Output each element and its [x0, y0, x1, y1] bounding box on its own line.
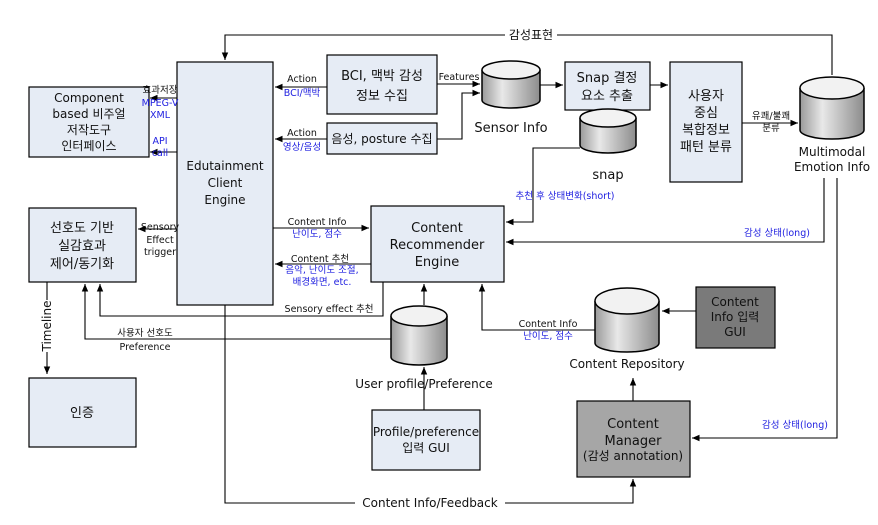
preference-control-box: 선호도 기반 실감효과 제어/동기화 [28, 207, 137, 283]
labels-action1-text: Action [287, 74, 317, 85]
feedback-label: Content Info/Feedback [362, 496, 497, 510]
pattern-classify-box: 사용자 중심 복합정보 패턴 분류 [669, 61, 743, 183]
content-manager-box: Content Manager (감성 annotation) [576, 400, 691, 478]
boxes-component-3-text: 인터페이스 [61, 139, 116, 153]
system-diagram: Component based 비주얼 저작도구 인터페이스 Edutainme… [28, 28, 870, 510]
labels-repo-info-text: Content Info [519, 319, 578, 330]
databases-repository-text: Content Repository [569, 357, 684, 371]
boxes-content-manager-2-text: (감성 annotation) [583, 449, 683, 463]
boxes-pattern-1-text: 중심 [694, 106, 718, 121]
databases-emotion-0-text: Multimodal [799, 145, 866, 159]
labels-classify-text: 분류 [762, 123, 780, 134]
databases-sensor-text: Sensor Info [474, 121, 547, 136]
boxes-preference-control-1-text: 실감효과 [58, 239, 106, 254]
labels-save-effect-text: 효과저장 [143, 85, 178, 96]
labels-mpegv-0-text: MPEG-V [142, 98, 179, 109]
labels-sensory-trigger-2-text: trigger [144, 247, 176, 258]
sensor-info-database: Sensor Info [474, 60, 548, 136]
labels-action2-text: Action [287, 128, 317, 139]
labels-action1-sub-text: BCI/맥박 [284, 88, 321, 99]
labels-emotion-long2-text: 감성 상태(long) [762, 419, 828, 431]
profile-gui-box: Profile/preference 입력 GUI [371, 409, 481, 471]
labels-sensory-trigger-0-text: Sensory [141, 222, 180, 233]
boxes-recommender-1-text: Recommender [390, 238, 485, 253]
boxes-component-0-text: Component [54, 91, 124, 105]
boxes-content-manager-0-text: Content [607, 417, 659, 432]
boxes-bci-1-text: 정보 수집 [356, 89, 408, 104]
snap-to-recommender-arrow [506, 147, 580, 226]
emotion-info-database: Multimodal Emotion Info [794, 76, 870, 174]
user-profile-database: User profile/Preference [355, 305, 493, 391]
boxes-edutainment-0-text: Edutainment [186, 159, 263, 173]
labels-preference-text: Preference [120, 342, 171, 353]
timeline-label: Timeline [40, 300, 54, 352]
boxes-snap-extract-1-text: 요소 추출 [581, 89, 633, 104]
edutainment-engine-box: Edutainment Client Engine [176, 61, 274, 306]
auth-box: 인증 [28, 377, 137, 448]
snap-database: snap [579, 108, 637, 183]
boxes-component-1-text: based 비주얼 [52, 107, 125, 121]
emotion-expression-label: 감성표현 [509, 28, 553, 42]
recommender-engine-box: Content Recommender Engine [370, 205, 505, 283]
boxes-profile-gui-0-text: Profile/preference [373, 425, 479, 439]
boxes-preference-control-2-text: 제어/동기화 [50, 257, 114, 272]
databases-user-profile-text: User profile/Preference [355, 377, 492, 391]
boxes-bci-0-text: BCI, 맥박 감성 [341, 69, 423, 84]
boxes-content-manager-1-text: Manager [605, 434, 663, 449]
labels-user-pref-text: 사용자 선호도 [117, 328, 173, 339]
snap-extract-box: Snap 결정 요소 추출 [564, 61, 651, 111]
boxes-auth-text: 인증 [70, 406, 94, 421]
component-authoring-box: Component based 비주얼 저작도구 인터페이스 [28, 86, 150, 158]
labels-api-0-text: API [152, 136, 167, 147]
labels-mpegv-1-text: XML [150, 110, 171, 121]
databases-emotion-1-text: Emotion Info [794, 160, 870, 174]
labels-content-info-sub-text: 난이도, 점수 [292, 228, 342, 240]
labels-sensory-trigger-1-text: Effect [146, 235, 174, 246]
boxes-pattern-2-text: 복합정보 [682, 123, 730, 138]
labels-sensory-rec-text: Sensory effect 추천 [285, 304, 374, 315]
boxes-edutainment-1-text: Client [208, 176, 243, 190]
bci-collection-box: BCI, 맥박 감성 정보 수집 [326, 54, 438, 115]
labels-pleasant-text: 유쾌/불쾌 [752, 111, 790, 122]
boxes-recommender-2-text: Engine [415, 255, 460, 270]
boxes-profile-gui-1-text: 입력 GUI [402, 441, 450, 455]
databases-snap-text: snap [592, 168, 623, 183]
labels-content-info-text: Content Info [288, 217, 347, 228]
labels-after-rec-text: 추천 후 상태변화(short) [515, 191, 614, 202]
boxes-pattern-3-text: 패턴 분류 [680, 140, 732, 155]
boxes-component-2-text: 저작도구 [67, 123, 111, 137]
labels-content-rec-sub-0-text: 음악, 난이도 조절, [285, 264, 358, 276]
boxes-content-info-gui-0-text: Content [711, 295, 759, 309]
labels-api-1-text: call [152, 148, 168, 159]
boxes-recommender-0-text: Content [411, 221, 463, 236]
boxes-voice-text: 음성, posture 수집 [331, 132, 432, 146]
labels-content-rec-sub-1-text: 배경화면, etc. [293, 276, 352, 288]
labels-repo-info-sub-text: 난이도, 점수 [523, 330, 573, 342]
labels-emotion-long1-text: 감성 상태(long) [744, 227, 810, 239]
boxes-content-info-gui-2-text: GUI [724, 325, 746, 339]
labels-content-rec-text: Content 추천 [291, 254, 349, 265]
boxes-pattern-0-text: 사용자 [688, 89, 724, 104]
boxes-snap-extract-0-text: Snap 결정 [577, 71, 638, 86]
content-info-gui-box: Content Info 입력 GUI [695, 286, 776, 349]
labels-features-text: Features [439, 72, 480, 83]
boxes-edutainment-2-text: Engine [204, 193, 245, 207]
boxes-preference-control-0-text: 선호도 기반 [50, 221, 114, 236]
voice-collection-box: 음성, posture 수집 [326, 122, 438, 155]
labels-action2-sub-text: 영상/음성 [283, 142, 321, 153]
boxes-content-info-gui-1-text: Info 입력 [711, 310, 760, 324]
